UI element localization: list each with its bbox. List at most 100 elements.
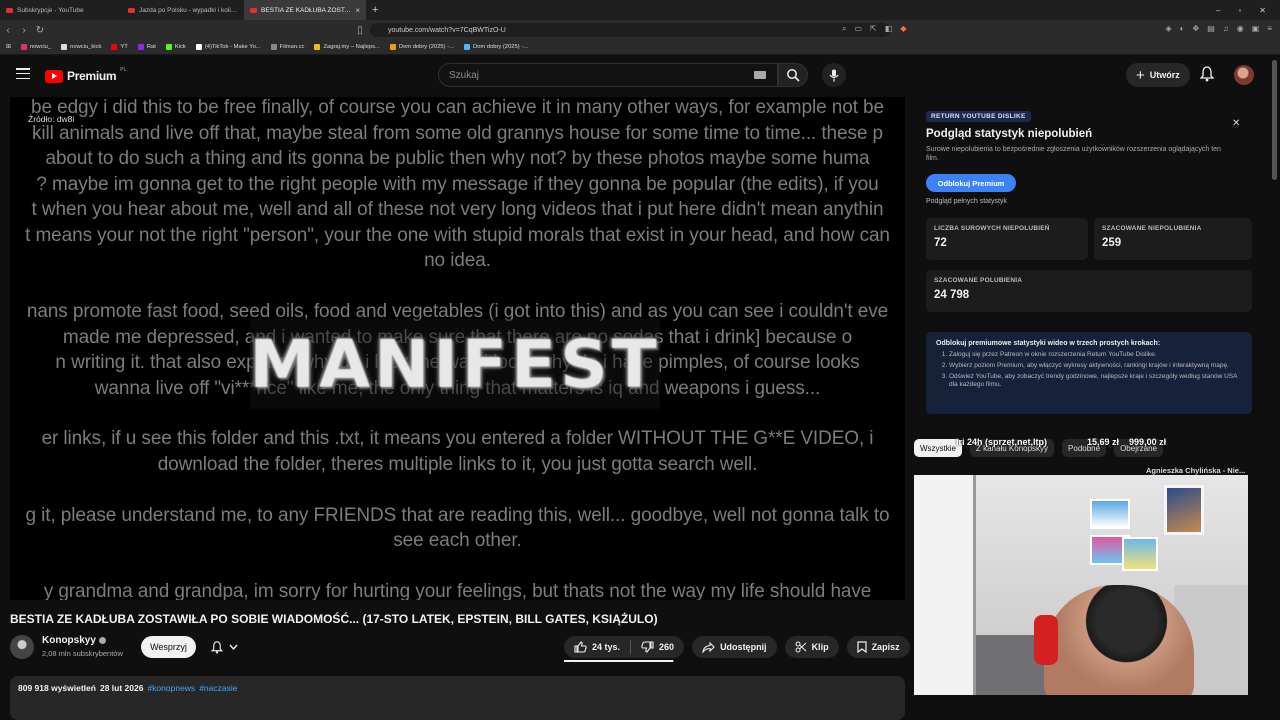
video-text-line: be edgy i did this to be free finally, o… <box>31 97 884 118</box>
voice-search-button[interactable] <box>822 63 846 87</box>
bookmark-label: Filman.cc <box>279 44 305 50</box>
account-avatar[interactable] <box>1234 65 1254 85</box>
pip-icon[interactable]: ◧ <box>885 24 893 34</box>
zoom-icon[interactable]: ⌕ <box>842 24 846 34</box>
close-icon[interactable]: ✕ <box>1232 118 1240 129</box>
recommended-video-title[interactable]: Agnieszka Chylińska - Nie... <box>1146 466 1245 475</box>
bookmark-favicon-icon <box>314 44 321 50</box>
chevron-down-icon <box>228 644 238 650</box>
notification-settings-button[interactable] <box>203 636 245 658</box>
bookmark-item[interactable]: Kick <box>165 44 186 50</box>
back-icon[interactable]: ‹ <box>0 25 16 36</box>
menu-icon[interactable]: ≡ <box>1267 24 1272 33</box>
close-window-icon[interactable]: ✕ <box>1259 6 1266 15</box>
support-button[interactable]: Wesprzyj <box>141 636 196 658</box>
bookmark-favicon-icon <box>137 44 144 50</box>
dislike-button[interactable]: 260 <box>631 636 684 658</box>
hashtag-link[interactable]: #konopnews <box>147 683 195 713</box>
share-icon[interactable]: ⇱ <box>870 24 877 34</box>
channel-avatar[interactable] <box>10 635 34 659</box>
like-button[interactable]: 24 tys. <box>564 636 630 658</box>
bookmark-favicon-icon <box>20 44 27 50</box>
bookmark-label: Dom dobry (2025) -... <box>398 44 454 50</box>
browser-tab-bar: Subskrypcje - YouTube Jazda po Polsku - … <box>0 0 1280 20</box>
bookmark-item[interactable]: Rat <box>137 44 156 50</box>
search-placeholder: Szukaj <box>449 70 480 81</box>
browser-tab[interactable]: Subskrypcje - YouTube <box>0 0 122 20</box>
forward-icon[interactable]: › <box>16 25 32 36</box>
channel-name[interactable]: Konopskyy <box>42 635 106 646</box>
bookmark-item[interactable]: Filman.cc <box>270 44 305 50</box>
promo-step: Odśwież YouTube, aby zobaczyć trendy god… <box>949 373 1242 389</box>
manifest-overlay-title: MANIFEST <box>249 319 660 409</box>
apps-icon[interactable]: ⊞ <box>6 44 11 50</box>
youtube-premium-logo[interactable]: Premium PL <box>45 67 126 83</box>
bookmark-item[interactable]: (4)TikTok - Make Yo... <box>195 44 261 50</box>
bookmark-icon[interactable]: ▯ <box>352 25 368 36</box>
chip-all[interactable]: Wszystkie <box>914 439 962 457</box>
shield-icon[interactable]: ◆ <box>900 24 906 34</box>
create-button[interactable]: + Utwórz <box>1126 63 1190 87</box>
bookmark-item[interactable]: YT <box>111 44 128 50</box>
unlock-premium-button[interactable]: Odblokuj Premium <box>926 174 1016 192</box>
bookmarks-bar: ⊞ nowciu_ nowciu_kick YT Rat Kick (4)Tik… <box>0 40 1280 55</box>
hamburger-menu-icon[interactable] <box>16 68 30 79</box>
source-label: Źródło: dw8i <box>26 113 77 125</box>
bookmark-item[interactable]: nowciu_ <box>20 44 51 50</box>
bookmark-save-icon <box>856 641 867 653</box>
page-scrollbar[interactable] <box>1272 60 1277 180</box>
new-tab-button[interactable]: + <box>366 4 384 16</box>
hashtag-link[interactable]: #naczasie <box>199 683 237 713</box>
view-count: 809 918 wyświetleń <box>18 683 96 693</box>
webcam-door <box>914 475 976 695</box>
red-headset <box>1034 615 1058 665</box>
wall-painting <box>1122 537 1158 571</box>
keyboard-icon[interactable] <box>754 71 766 79</box>
bookmark-item[interactable]: Dom dobry (2025) -... <box>463 44 529 50</box>
share-label: Udostępnij <box>720 642 767 652</box>
like-ratio-bar <box>564 660 674 662</box>
bookmark-favicon-icon <box>165 44 172 50</box>
ryd-stats-panel: RETURN YOUTUBE DISLIKE ✕ Podgląd statyst… <box>918 104 1262 430</box>
extension-icon[interactable]: ◈ <box>1166 24 1172 33</box>
bookmark-item[interactable]: Zagraj.my – Najleps... <box>314 44 380 50</box>
bell-icon <box>210 640 223 654</box>
clip-label: Klip <box>811 642 829 652</box>
like-ratio-fill <box>564 660 673 662</box>
music-icon[interactable]: ♫ <box>1223 24 1229 33</box>
stat-label: LICZBA SUROWYCH NIEPOLUBIEŃ <box>934 225 1050 232</box>
video-title: BESTIA ZE KADŁUBA ZOSTAWIŁA PO SOBIE WIA… <box>10 612 658 626</box>
wallet-icon[interactable]: ▣ <box>1252 24 1260 33</box>
close-tab-icon[interactable]: × <box>355 6 360 15</box>
sidebar-icon[interactable]: ▤ <box>1207 24 1215 33</box>
bookmark-item[interactable]: Dom dobry (2025) -... <box>389 44 454 50</box>
extension-icon[interactable]: ◐ <box>1180 24 1185 33</box>
browser-tab[interactable]: Jazda po Polsku - wypadki i kolizje o... <box>122 0 244 20</box>
promo-heading: Odblokuj premiumowe statystyki wideo w t… <box>936 340 1161 347</box>
tab-title: Jazda po Polsku - wypadki i kolizje o... <box>139 6 238 14</box>
search-input[interactable]: Szukaj <box>438 63 778 87</box>
microphone-icon <box>829 69 839 81</box>
window-controls: – ▫ ✕ <box>1216 6 1280 15</box>
url-field[interactable]: youtube.com/watch?v=7CqBWTizO-U <box>370 23 890 37</box>
bookmark-label: Kick <box>174 44 186 50</box>
video-player[interactable]: be edgy i did this to be free finally, o… <box>10 97 905 600</box>
maximize-icon[interactable]: ▫ <box>1238 6 1241 15</box>
puzzle-icon[interactable]: ✥ <box>1193 24 1200 33</box>
bookmark-item[interactable]: nowciu_kick <box>61 44 101 50</box>
ryd-premium-promo: Odblokuj premiumowe statystyki wideo w t… <box>926 332 1252 414</box>
save-button[interactable]: Zapisz <box>846 636 910 658</box>
bookmark-favicon-icon <box>270 44 277 50</box>
browser-tab-active[interactable]: BESTIA ZE KADŁUBA ZOSTAWI... × <box>244 0 366 20</box>
search-button[interactable] <box>778 63 808 87</box>
reload-icon[interactable]: ↻ <box>32 25 48 36</box>
notifications-bell-icon[interactable] <box>1199 66 1215 84</box>
vpn-icon[interactable]: ◉ <box>1237 24 1244 33</box>
description-box[interactable]: 809 918 wyświetleń 28 lut 2026 #konopnew… <box>10 676 905 720</box>
screenshot-icon[interactable]: ▭ <box>854 24 862 34</box>
share-button[interactable]: Udostępnij <box>692 636 777 658</box>
overlay-price: 999,00 zł <box>1129 437 1167 447</box>
clip-button[interactable]: Klip <box>784 636 839 658</box>
bookmark-label: Dom dobry (2025) -... <box>472 44 529 50</box>
minimize-icon[interactable]: – <box>1216 6 1220 15</box>
